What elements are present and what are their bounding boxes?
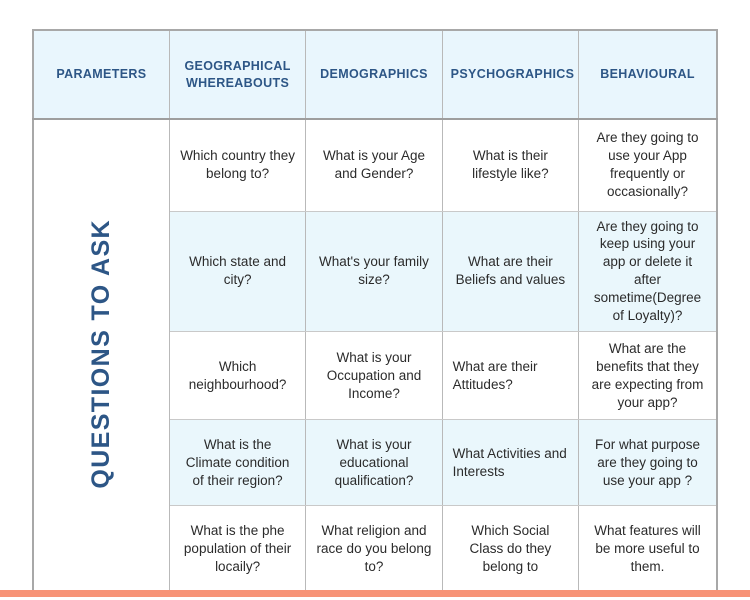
- cell-psychographics-5: Which Social Class do they belong to: [442, 505, 580, 593]
- page-root: PARAMETERS GEOGRAPHICAL WHEREABOUTS DEMO…: [0, 0, 750, 600]
- cell-behavioural-3: What are the benefits that they are expe…: [578, 331, 717, 421]
- cell-behavioural-4: For what purpose are they going to use y…: [578, 419, 717, 507]
- table-row: QUESTIONS TO ASK Which country they belo…: [33, 119, 717, 593]
- cell-demographics-2: What's your family size?: [305, 211, 443, 333]
- cell-psychographics-1: What is their lifestyle like?: [442, 119, 580, 212]
- questions-to-ask-label: QUESTIONS TO ASK: [86, 218, 115, 489]
- table-header-row: PARAMETERS GEOGRAPHICAL WHEREABOUTS DEMO…: [33, 30, 717, 120]
- table-body: QUESTIONS TO ASK Which country they belo…: [33, 119, 717, 593]
- table-header: PARAMETERS GEOGRAPHICAL WHEREABOUTS DEMO…: [33, 30, 717, 120]
- column-header-psychographics: PSYCHOGRAPHICS: [442, 30, 580, 120]
- cell-demographics-5: What religion and race do you belong to?: [305, 505, 443, 593]
- column-header-behavioural: BEHAVIOURAL: [578, 30, 717, 120]
- questions-to-ask-label-cell: QUESTIONS TO ASK: [33, 119, 170, 593]
- segmentation-questions-table: PARAMETERS GEOGRAPHICAL WHEREABOUTS DEMO…: [32, 29, 718, 594]
- cell-behavioural-1: Are they going to use your App frequentl…: [578, 119, 717, 212]
- cell-geographical-3: Which neighbourhood?: [169, 331, 307, 421]
- column-header-parameters: PARAMETERS: [33, 30, 170, 120]
- column-header-geographical: GEOGRAPHICAL WHEREABOUTS: [169, 30, 307, 120]
- cell-geographical-4: What is the Climate condition of their r…: [169, 419, 307, 507]
- cell-psychographics-3: What are their Attitudes?: [442, 331, 580, 421]
- cell-behavioural-5: What features will be more useful to the…: [578, 505, 717, 593]
- cell-demographics-4: What is your educational qualification?: [305, 419, 443, 507]
- cell-demographics-1: What is your Age and Gender?: [305, 119, 443, 212]
- cell-behavioural-2: Are they going to keep using your app or…: [578, 211, 717, 333]
- cell-demographics-3: What is your Occupation and Income?: [305, 331, 443, 421]
- cell-psychographics-2: What are their Beliefs and values: [442, 211, 580, 333]
- cell-geographical-5: What is the phe population of their loca…: [169, 505, 307, 593]
- cell-geographical-1: Which country they belong to?: [169, 119, 307, 212]
- column-header-demographics: DEMOGRAPHICS: [305, 30, 443, 120]
- cell-geographical-2: Which state and city?: [169, 211, 307, 333]
- cell-psychographics-4: What Activities and Interests: [442, 419, 580, 507]
- bottom-accent-bar: [0, 590, 750, 597]
